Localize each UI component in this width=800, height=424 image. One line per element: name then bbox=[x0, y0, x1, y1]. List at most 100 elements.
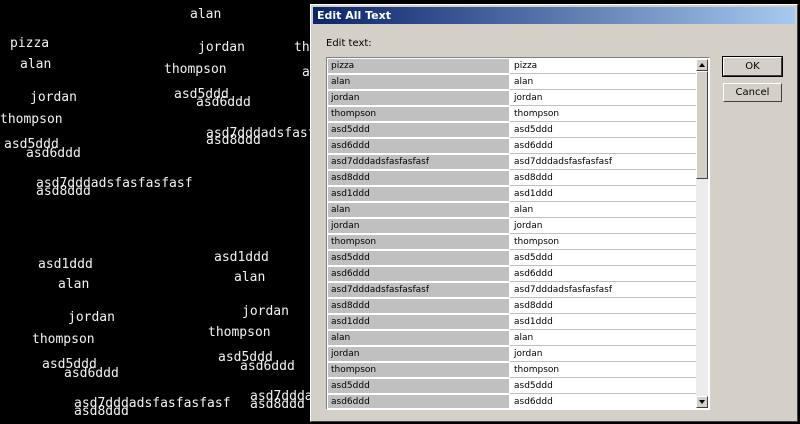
table-row[interactable]: jordan jordan bbox=[328, 91, 696, 107]
original-text-cell: asd7dddadsfasfasfasf bbox=[328, 283, 509, 298]
canvas-text[interactable]: alan bbox=[190, 8, 221, 21]
edit-text-cell[interactable]: alan bbox=[510, 203, 696, 218]
table-row[interactable]: asd5ddd asd5ddd bbox=[328, 379, 696, 395]
canvas-text[interactable]: jordan bbox=[68, 311, 115, 324]
canvas-text[interactable]: asd8ddd bbox=[74, 405, 129, 418]
edit-text-label: Edit text: bbox=[326, 38, 372, 49]
original-text-cell: asd8ddd bbox=[328, 171, 509, 186]
edit-text-cell[interactable]: asd1ddd bbox=[510, 315, 696, 330]
canvas-text[interactable]: thompson bbox=[0, 113, 63, 126]
edit-text-cell[interactable]: asd5ddd bbox=[510, 379, 696, 394]
edit-text-cell[interactable]: jordan bbox=[510, 91, 696, 106]
edit-text-cell[interactable]: asd6ddd bbox=[510, 395, 696, 408]
table-row[interactable]: asd1ddd asd1ddd bbox=[328, 315, 696, 331]
original-text-cell: asd6ddd bbox=[328, 139, 509, 154]
dialog-titlebar[interactable]: Edit All Text bbox=[313, 7, 795, 24]
edit-text-cell[interactable]: asd6ddd bbox=[510, 267, 696, 282]
canvas-text[interactable]: asd6ddd bbox=[196, 96, 251, 109]
edit-text-cell[interactable]: pizza bbox=[510, 59, 696, 74]
edit-all-text-dialog: Edit All Text Edit text: OK Cancel pizza… bbox=[310, 4, 798, 422]
canvas-text[interactable]: asd6ddd bbox=[240, 360, 295, 373]
canvas-text[interactable]: asd8ddd bbox=[36, 185, 91, 198]
edit-text-cell[interactable]: asd8ddd bbox=[510, 299, 696, 314]
edit-text-cell[interactable]: alan bbox=[510, 331, 696, 346]
table-row[interactable]: thompson thompson bbox=[328, 107, 696, 123]
original-text-cell: alan bbox=[328, 203, 509, 218]
edit-text-cell[interactable]: asd6ddd bbox=[510, 139, 696, 154]
text-grid: pizza pizza alan alan jordan jordan thompson th… bbox=[326, 57, 710, 410]
edit-text-cell[interactable]: alan bbox=[510, 75, 696, 90]
original-text-cell: asd1ddd bbox=[328, 315, 509, 330]
edit-text-cell[interactable]: asd5ddd bbox=[510, 123, 696, 138]
canvas-text[interactable]: asd6ddd bbox=[64, 367, 119, 380]
text-grid-rows: pizza pizza alan alan jordan jordan thompson th… bbox=[328, 59, 696, 408]
original-text-cell: jordan bbox=[328, 219, 509, 234]
original-text-cell: asd5ddd bbox=[328, 251, 509, 266]
canvas-text[interactable]: pizza bbox=[10, 37, 49, 50]
canvas-text[interactable]: alan bbox=[20, 58, 51, 71]
canvas-text[interactable]: thompson bbox=[164, 63, 227, 76]
edit-text-cell[interactable]: asd7dddadsfasfasfasf bbox=[510, 155, 696, 170]
scroll-up-button[interactable] bbox=[696, 59, 708, 71]
cancel-button[interactable]: Cancel bbox=[723, 83, 782, 102]
scroll-down-button[interactable] bbox=[696, 396, 708, 408]
canvas-text[interactable]: asd8ddd bbox=[250, 398, 305, 411]
table-row[interactable]: asd8ddd asd8ddd bbox=[328, 299, 696, 315]
canvas-text[interactable]: a bbox=[302, 66, 310, 79]
scrollbar-thumb[interactable] bbox=[696, 71, 708, 179]
table-row[interactable]: pizza pizza bbox=[328, 59, 696, 75]
original-text-cell: thompson bbox=[328, 363, 509, 378]
table-row[interactable]: jordan jordan bbox=[328, 347, 696, 363]
canvas-text[interactable]: asd8ddd bbox=[206, 134, 261, 147]
canvas-text[interactable]: jordan bbox=[30, 91, 77, 104]
edit-text-cell[interactable]: jordan bbox=[510, 347, 696, 362]
table-row[interactable]: jordan jordan bbox=[328, 219, 696, 235]
table-row[interactable]: asd6ddd asd6ddd bbox=[328, 395, 696, 408]
table-row[interactable]: asd5ddd asd5ddd bbox=[328, 251, 696, 267]
original-text-cell: pizza bbox=[328, 59, 509, 74]
canvas-text[interactable]: jordan bbox=[242, 305, 289, 318]
original-text-cell: asd5ddd bbox=[328, 123, 509, 138]
table-row[interactable]: asd6ddd asd6ddd bbox=[328, 267, 696, 283]
table-row[interactable]: asd5ddd asd5ddd bbox=[328, 123, 696, 139]
edit-text-cell[interactable]: asd5ddd bbox=[510, 251, 696, 266]
original-text-cell: jordan bbox=[328, 91, 509, 106]
original-text-cell: alan bbox=[328, 75, 509, 90]
table-row[interactable]: asd7dddadsfasfasfasf asd7dddadsfasfasfasf bbox=[328, 155, 696, 171]
original-text-cell: asd7dddadsfasfasfasf bbox=[328, 155, 509, 170]
edit-text-cell[interactable]: thompson bbox=[510, 363, 696, 378]
canvas-text[interactable]: alan bbox=[234, 271, 265, 284]
edit-text-cell[interactable]: asd7dddadsfasfasfasf bbox=[510, 283, 696, 298]
edit-text-cell[interactable]: thompson bbox=[510, 235, 696, 250]
edit-text-cell[interactable]: thompson bbox=[510, 107, 696, 122]
original-text-cell: thompson bbox=[328, 107, 509, 122]
canvas-text[interactable]: jordan bbox=[198, 41, 245, 54]
canvas-text[interactable]: asd6ddd bbox=[26, 147, 81, 160]
table-row[interactable]: asd6ddd asd6ddd bbox=[328, 139, 696, 155]
table-row[interactable]: asd7dddadsfasfasfasf asd7dddadsfasfasfasf bbox=[328, 283, 696, 299]
original-text-cell: thompson bbox=[328, 235, 509, 250]
arrow-down-icon bbox=[699, 400, 705, 404]
edit-text-cell[interactable]: asd1ddd bbox=[510, 187, 696, 202]
original-text-cell: asd5ddd bbox=[328, 379, 509, 394]
canvas-text[interactable]: asd1ddd bbox=[214, 251, 269, 264]
dialog-title: Edit All Text bbox=[317, 9, 391, 22]
canvas-text[interactable]: thompson bbox=[32, 333, 95, 346]
table-row[interactable]: thompson thompson bbox=[328, 363, 696, 379]
original-text-cell: asd6ddd bbox=[328, 267, 509, 282]
table-row[interactable]: alan alan bbox=[328, 75, 696, 91]
table-row[interactable]: asd1ddd asd1ddd bbox=[328, 187, 696, 203]
canvas-text[interactable]: asd1ddd bbox=[38, 258, 93, 271]
table-row[interactable]: thompson thompson bbox=[328, 235, 696, 251]
canvas-text[interactable]: thompson bbox=[208, 326, 271, 339]
vertical-scrollbar[interactable] bbox=[696, 59, 708, 408]
edit-text-cell[interactable]: jordan bbox=[510, 219, 696, 234]
table-row[interactable]: asd8ddd asd8ddd bbox=[328, 171, 696, 187]
table-row[interactable]: alan alan bbox=[328, 203, 696, 219]
canvas-text[interactable]: th bbox=[294, 41, 310, 54]
edit-text-cell[interactable]: asd8ddd bbox=[510, 171, 696, 186]
original-text-cell: jordan bbox=[328, 347, 509, 362]
ok-button[interactable]: OK bbox=[722, 56, 783, 77]
table-row[interactable]: alan alan bbox=[328, 331, 696, 347]
canvas-text[interactable]: alan bbox=[58, 278, 89, 291]
